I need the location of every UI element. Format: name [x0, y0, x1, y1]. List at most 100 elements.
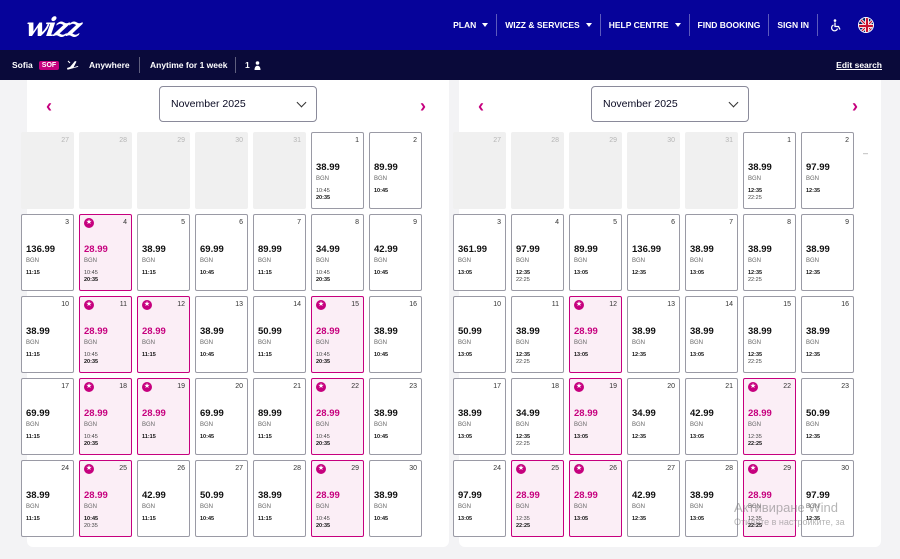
calendar-day[interactable]: 19 ★ 28.99 BGN 11:15: [137, 378, 190, 455]
day-number: 11: [551, 301, 559, 308]
calendar-day[interactable]: 13 38.99 BGN 10:45: [195, 296, 248, 373]
calendar-day[interactable]: 23 50.99 BGN 12:35: [801, 378, 854, 455]
calendar-day[interactable]: 23 38.99 BGN 10:45: [369, 378, 422, 455]
next-month-button[interactable]: ›: [420, 96, 426, 117]
destination-name: Anywhere: [89, 60, 130, 70]
calendar-day[interactable]: 15 38.99 BGN 12:35 22:25: [743, 296, 796, 373]
fare-currency: BGN: [806, 422, 820, 428]
nav-plan[interactable]: PLAN: [445, 14, 498, 36]
calendar-day[interactable]: 21 42.99 BGN 13:05: [685, 378, 738, 455]
calendar-day[interactable]: 24 38.99 BGN 11:15: [21, 460, 74, 537]
previous-month-button[interactable]: ‹: [478, 96, 484, 117]
origin-field[interactable]: Sofia SOF: [12, 50, 60, 80]
calendar-day[interactable]: 14 38.99 BGN 13:05: [685, 296, 738, 373]
calendar-day[interactable]: 20 34.99 BGN 12:35: [627, 378, 680, 455]
calendar-day[interactable]: 7 89.99 BGN 11:15: [253, 214, 306, 291]
calendar-day[interactable]: 4 97.99 BGN 12:35 22:25: [511, 214, 564, 291]
calendar-day[interactable]: 11 38.99 BGN 12:35 22:25: [511, 296, 564, 373]
calendar-day[interactable]: 2 97.99 BGN 12:35: [801, 132, 854, 209]
month-select[interactable]: November 2025: [591, 86, 749, 122]
calendar-day[interactable]: 12 ★ 28.99 BGN 11:15: [137, 296, 190, 373]
calendar-day[interactable]: 17 69.99 BGN 11:15: [21, 378, 74, 455]
day-number: 13: [667, 301, 675, 308]
calendar-day[interactable]: 26 42.99 BGN 11:15: [137, 460, 190, 537]
calendar-day[interactable]: 22 ★ 28.99 BGN 12:35 22:25: [743, 378, 796, 455]
nav-help-centre[interactable]: HELP CENTRE: [601, 14, 690, 36]
calendar-day[interactable]: 18 ★ 28.99 BGN 10:45 20:35: [79, 378, 132, 455]
calendar-day[interactable]: 11 ★ 28.99 BGN 10:45 20:35: [79, 296, 132, 373]
star-icon: ★: [316, 464, 326, 474]
fare-price: 38.99: [374, 326, 398, 337]
calendar-day[interactable]: 3 136.99 BGN 11:15: [21, 214, 74, 291]
fare-price: 34.99: [516, 408, 540, 419]
calendar-day[interactable]: 13 38.99 BGN 12:35: [627, 296, 680, 373]
calendar-day[interactable]: 2 89.99 BGN 10:45: [369, 132, 422, 209]
star-icon: ★: [84, 382, 94, 392]
flight-time: 22:25: [748, 441, 763, 447]
calendar-day[interactable]: 1 38.99 BGN 12:35 22:25: [743, 132, 796, 209]
calendar-day[interactable]: 3 361.99 BGN 13:05: [453, 214, 506, 291]
month-select[interactable]: November 2025: [159, 86, 317, 122]
calendar-day[interactable]: 21 89.99 BGN 11:15: [253, 378, 306, 455]
calendar-day[interactable]: 20 69.99 BGN 10:45: [195, 378, 248, 455]
fare-price: 28.99: [142, 326, 166, 337]
next-month-button[interactable]: ›: [852, 96, 858, 117]
fare-price: 38.99: [632, 326, 656, 337]
calendar-day[interactable]: 22 ★ 28.99 BGN 10:45 20:35: [311, 378, 364, 455]
previous-month-button[interactable]: ‹: [46, 96, 52, 117]
calendar-day[interactable]: 12 ★ 28.99 BGN 13:05: [569, 296, 622, 373]
fare-currency: BGN: [690, 340, 704, 346]
calendar-day[interactable]: 26 ★ 28.99 BGN 13:05: [569, 460, 622, 537]
calendar-day[interactable]: 6 69.99 BGN 10:45: [195, 214, 248, 291]
calendar-day[interactable]: 14 50.99 BGN 11:15: [253, 296, 306, 373]
calendar-day[interactable]: 8 34.99 BGN 10:45 20:35: [311, 214, 364, 291]
calendar-day[interactable]: 1 38.99 BGN 10:45 20:35: [311, 132, 364, 209]
calendar-day[interactable]: 9 42.99 BGN 10:45: [369, 214, 422, 291]
calendar-day[interactable]: 24 97.99 BGN 13:05: [453, 460, 506, 537]
calendar-day[interactable]: 25 ★ 28.99 BGN 12:35 22:25: [511, 460, 564, 537]
nav-find-booking[interactable]: FIND BOOKING: [690, 14, 770, 36]
calendar-day[interactable]: 8 38.99 BGN 12:35 22:25: [743, 214, 796, 291]
calendar-day[interactable]: 7 38.99 BGN 13:05: [685, 214, 738, 291]
destination-field[interactable]: Anywhere: [66, 50, 130, 80]
flight-time: 12:35: [516, 434, 531, 440]
calendar-day[interactable]: 6 136.99 BGN 12:35: [627, 214, 680, 291]
fare-currency: BGN: [26, 258, 40, 264]
dates-field[interactable]: Anytime for 1 week: [150, 50, 227, 80]
calendar-day[interactable]: 30 38.99 BGN 10:45: [369, 460, 422, 537]
passengers-field[interactable]: 1: [245, 50, 261, 80]
calendar-day[interactable]: 16 38.99 BGN 12:35: [801, 296, 854, 373]
fare-price: 38.99: [142, 244, 166, 255]
flight-time: 12:35: [806, 352, 821, 358]
calendar-day[interactable]: 17 38.99 BGN 13:05: [453, 378, 506, 455]
fare-currency: BGN: [258, 504, 272, 510]
day-number: 28: [293, 465, 301, 472]
wheelchair-icon[interactable]: [828, 17, 844, 33]
nav-help-centre-label: HELP CENTRE: [608, 20, 669, 30]
calendar-day[interactable]: 10 38.99 BGN 11:15: [21, 296, 74, 373]
calendar-day[interactable]: 9 38.99 BGN 12:35: [801, 214, 854, 291]
nav-wizz-services[interactable]: WIZZ & SERVICES: [497, 14, 601, 36]
calendar-day[interactable]: 28 38.99 BGN 11:15: [253, 460, 306, 537]
wizz-logo[interactable]: wizz: [24, 13, 82, 43]
calendar-day[interactable]: 27 50.99 BGN 10:45: [195, 460, 248, 537]
nav-sign-in[interactable]: SIGN IN: [769, 14, 818, 36]
calendar-day[interactable]: 10 50.99 BGN 13:05: [453, 296, 506, 373]
calendar-day[interactable]: 5 38.99 BGN 11:15: [137, 214, 190, 291]
flight-time: 11:15: [142, 434, 156, 440]
calendar-day[interactable]: 16 38.99 BGN 10:45: [369, 296, 422, 373]
flight-time: 13:05: [690, 516, 705, 522]
calendar-day[interactable]: 25 ★ 28.99 BGN 10:45 20:35: [79, 460, 132, 537]
calendar-day[interactable]: 27 42.99 BGN 12:35: [627, 460, 680, 537]
edit-search-link[interactable]: Edit search: [836, 50, 882, 80]
calendar-day[interactable]: 4 ★ 28.99 BGN 10:45 20:35: [79, 214, 132, 291]
day-number: 24: [493, 465, 501, 472]
uk-flag-icon[interactable]: [858, 17, 874, 33]
calendar-day[interactable]: 5 89.99 BGN 13:05: [569, 214, 622, 291]
calendar-day[interactable]: 19 ★ 28.99 BGN 13:05: [569, 378, 622, 455]
calendar-day[interactable]: 28 38.99 BGN 13:05: [685, 460, 738, 537]
calendar-day[interactable]: 18 34.99 BGN 12:35 22:25: [511, 378, 564, 455]
calendar-day[interactable]: 29 ★ 28.99 BGN 10:45 20:35: [311, 460, 364, 537]
calendar-day[interactable]: 15 ★ 28.99 BGN 10:45 20:35: [311, 296, 364, 373]
flight-time: 12:35: [632, 434, 647, 440]
